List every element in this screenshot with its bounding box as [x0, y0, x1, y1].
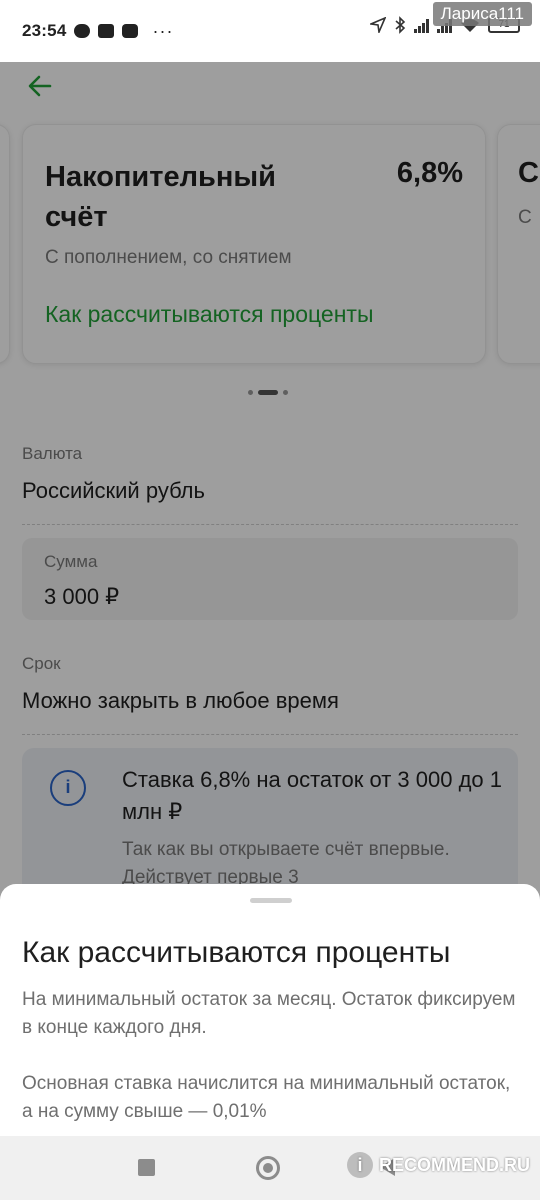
status-time: 23:54 [22, 21, 67, 40]
sheet-paragraph: Основная ставка начислится на минимальны… [22, 1073, 511, 1122]
location-icon [370, 17, 386, 33]
watermark: i RECOMMEND.RU [347, 1152, 530, 1178]
system-nav-bar: i RECOMMEND.RU [0, 1136, 540, 1200]
recent-apps-icon[interactable] [138, 1159, 155, 1176]
bluetooth-icon [395, 16, 406, 34]
mail-icon [98, 24, 115, 38]
username-badge: Лариса111 [432, 2, 532, 26]
status-bar: 23:54 ··· 71 Лариса111 [0, 0, 540, 62]
sheet-drag-handle[interactable] [250, 898, 292, 903]
sheet-title: Как рассчитываются проценты [22, 936, 451, 969]
status-left: 23:54 ··· [22, 21, 173, 42]
watermark-logo: i [347, 1152, 373, 1178]
signal-icon [414, 17, 429, 33]
home-icon[interactable] [256, 1156, 280, 1180]
cloud-icon [74, 24, 91, 38]
page: Накопительный счёт 6,8% С пополнением, с… [0, 62, 540, 1200]
watermark-text: RECOMMEND.RU [379, 1154, 530, 1175]
sheet-paragraph: На минимальный остаток за месяц. Остаток… [22, 989, 516, 1038]
more-notifications-icon: ··· [152, 20, 174, 41]
youtube-icon [122, 24, 139, 38]
